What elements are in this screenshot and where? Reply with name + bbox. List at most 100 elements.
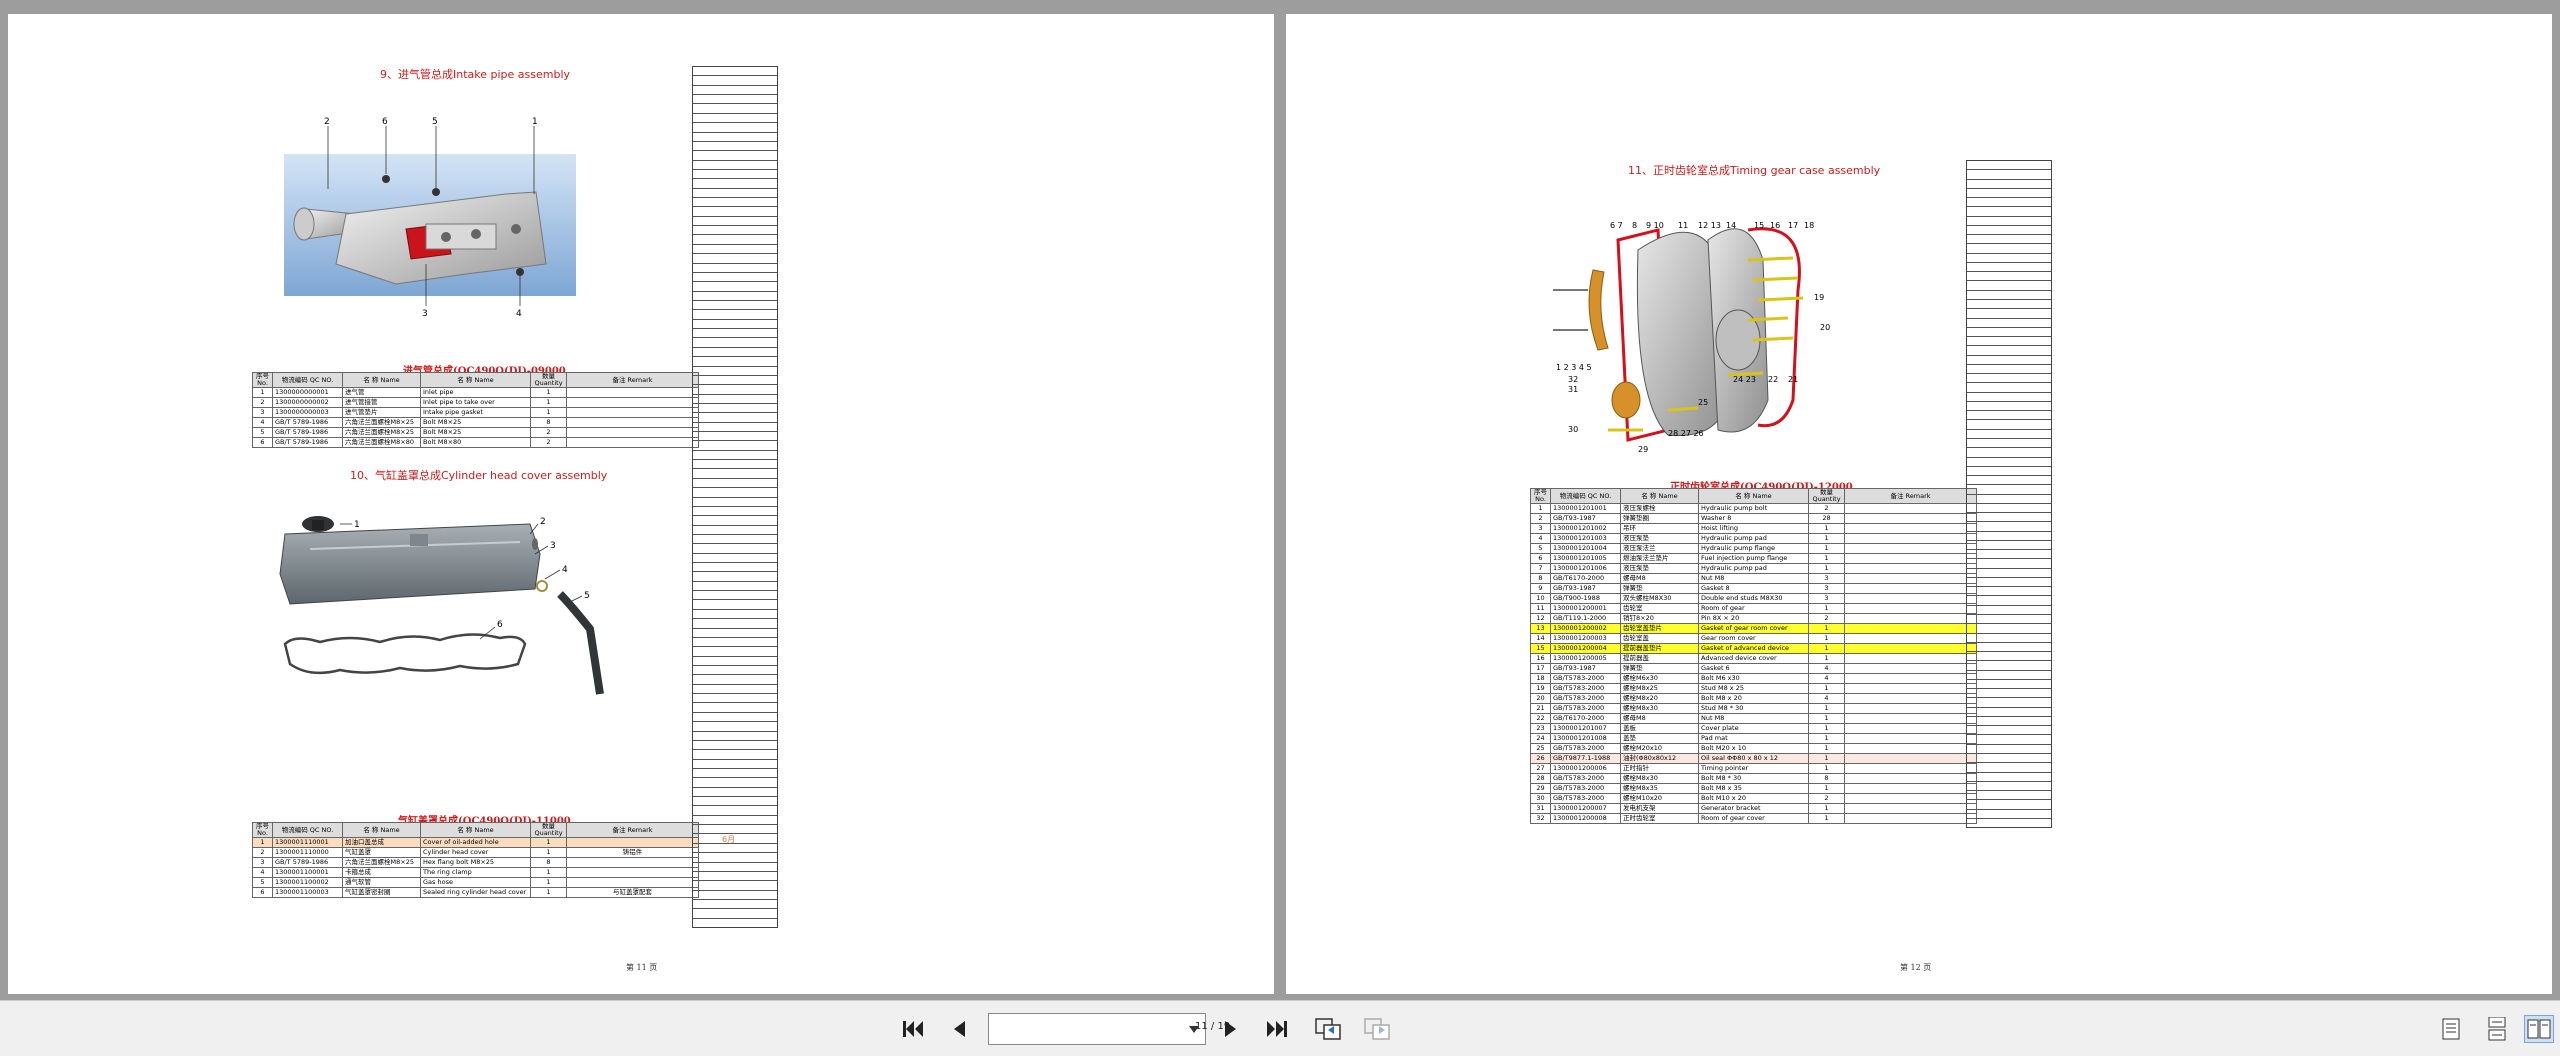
table-row: 21 GB/T5783-2000 螺栓M8x30 Stud M8 * 30 1 <box>1530 703 1977 714</box>
cell-no: 25 <box>1530 743 1551 754</box>
grid-line <box>693 338 777 348</box>
cell-name-cn: 油封(Φ80x80x12 <box>1620 753 1699 764</box>
cell-name-en: Bolt M8×25 <box>420 427 531 438</box>
cell-no: 1 <box>252 837 273 848</box>
grid-line <box>1967 726 2051 736</box>
grid-line <box>1967 819 2051 827</box>
cell-qc-no: 1300001110000 <box>272 847 343 858</box>
document-page-right: 11、正时齿轮室总成Timing gear case assembly 6 7 … <box>1286 14 2552 994</box>
cell-remark <box>1844 593 1977 604</box>
grid-line <box>1967 430 2051 439</box>
table-row: 4 1300001201003 液压泵垫 Hydraulic pump pad 1 <box>1530 533 1977 544</box>
grid-line <box>693 526 777 535</box>
callout-label: 8 <box>1632 221 1637 230</box>
cell-qc-no: 1300001201006 <box>1550 563 1621 574</box>
grid-line <box>693 909 777 919</box>
grid-line <box>1967 698 2051 708</box>
cell-no: 23 <box>1530 723 1551 734</box>
header-name-en: 名 称 Name <box>420 822 531 838</box>
grid-line <box>1967 207 2051 217</box>
cell-name-cn: 进气管接管 <box>342 397 421 408</box>
cell-name-en: Gas hose <box>420 877 531 888</box>
first-page-button[interactable] <box>898 1015 928 1043</box>
cell-qc-no: 1300001201008 <box>1550 733 1621 744</box>
table-row: 3 GB/T 5789-1986 六角法兰面螺栓M8×25 Hex flang bol… <box>252 857 699 868</box>
cell-no: 3 <box>1530 523 1551 534</box>
table-row: 16 1300001200005 提前器盖 Advanced device cover… <box>1530 653 1977 664</box>
grid-line <box>1967 680 2051 690</box>
cell-remark <box>1844 703 1977 714</box>
grid-line <box>693 441 777 451</box>
cell-qc-no: GB/T5783-2000 <box>1550 783 1621 794</box>
cell-qc-no: 1300001100003 <box>272 887 343 898</box>
cell-remark <box>566 837 699 848</box>
cell-no: 6 <box>1530 553 1551 564</box>
grid-line <box>693 498 777 507</box>
cell-remark <box>1844 563 1977 574</box>
go-forward-button[interactable] <box>1362 1015 1392 1043</box>
grid-line <box>1967 596 2051 606</box>
grid-line <box>1967 745 2051 754</box>
grid-line <box>1967 402 2051 412</box>
grid-line <box>693 404 777 414</box>
cell-quantity: 1 <box>1808 733 1845 744</box>
timing-gear-case-figure: 6 7 8 9 10 11 12 13 14 15 16 17 18 19 20… <box>1553 221 1830 454</box>
next-page-button[interactable] <box>1216 1015 1246 1043</box>
continuous-view-button[interactable] <box>2482 1015 2512 1043</box>
cell-no: 3 <box>252 407 273 418</box>
cell-quantity: 1 <box>530 397 567 408</box>
grid-line <box>1967 569 2051 578</box>
cell-no: 6 <box>252 887 273 898</box>
grid-line <box>693 647 777 657</box>
grid-line <box>693 292 777 301</box>
header-remark: 备注 Remark <box>566 822 699 838</box>
cell-qc-no: GB/T5783-2000 <box>1550 773 1621 784</box>
cell-remark <box>1844 533 1977 544</box>
grid-line <box>693 217 777 227</box>
grid-line <box>1967 671 2051 680</box>
grid-line <box>693 123 777 133</box>
cell-name-cn: 气缸盖罩 <box>342 847 421 858</box>
grid-line <box>693 395 777 404</box>
table-row: 20 GB/T5783-2000 螺栓M8x20 Bolt M8 x 20 4 <box>1530 693 1977 704</box>
grid-line <box>1967 198 2051 208</box>
grid-line <box>1967 532 2051 541</box>
grid-line <box>1967 782 2051 792</box>
table-row: 19 GB/T5783-2000 螺栓M8x25 Stud M8 x 25 1 <box>1530 683 1977 694</box>
previous-page-button[interactable] <box>944 1015 974 1043</box>
cell-name-en: Inlet pipe <box>420 387 531 398</box>
grid-line <box>1967 754 2051 764</box>
cell-quantity: 1 <box>530 837 567 848</box>
cell-qc-no: GB/T5783-2000 <box>1550 793 1621 804</box>
next-page-icon <box>1225 1021 1236 1037</box>
page-number-input[interactable] <box>989 1014 1173 1044</box>
grid-line <box>1967 467 2051 477</box>
grid-line <box>693 685 777 695</box>
header-remark: 备注 Remark <box>1844 488 1977 504</box>
grid-line <box>693 488 777 498</box>
viewer-toolbar: 11 / 19 <box>0 1000 2560 1056</box>
page-number-field[interactable] <box>988 1013 1206 1045</box>
cell-remark <box>1844 683 1977 694</box>
last-page-button[interactable] <box>1262 1015 1292 1043</box>
cell-qc-no: 1300001200001 <box>1550 603 1621 614</box>
grid-line <box>1967 652 2051 662</box>
cell-name-cn: 销钉8×20 <box>1620 613 1699 624</box>
facing-pages-view-button[interactable] <box>2524 1015 2554 1043</box>
single-page-view-button[interactable] <box>2436 1015 2466 1043</box>
cell-name-en: Washer 8 <box>1698 513 1809 524</box>
cell-quantity: 1 <box>1808 523 1845 534</box>
grid-line <box>693 469 777 479</box>
table-row: 17 GB/T93-1987 弹簧垫 Gasket 64 <box>1530 663 1977 674</box>
cell-remark <box>1844 803 1977 814</box>
grid-line <box>693 788 777 798</box>
cell-no: 11 <box>1530 603 1551 614</box>
callout-label: 16 <box>1770 221 1780 230</box>
header-name-en: 名 称 Name <box>1698 488 1809 504</box>
cell-name-cn: 吊环 <box>1620 523 1699 534</box>
grid-line <box>693 666 777 676</box>
go-back-button[interactable] <box>1313 1015 1343 1043</box>
cell-no: 19 <box>1530 683 1551 694</box>
grid-line <box>1967 374 2051 384</box>
grid-line <box>693 376 777 386</box>
